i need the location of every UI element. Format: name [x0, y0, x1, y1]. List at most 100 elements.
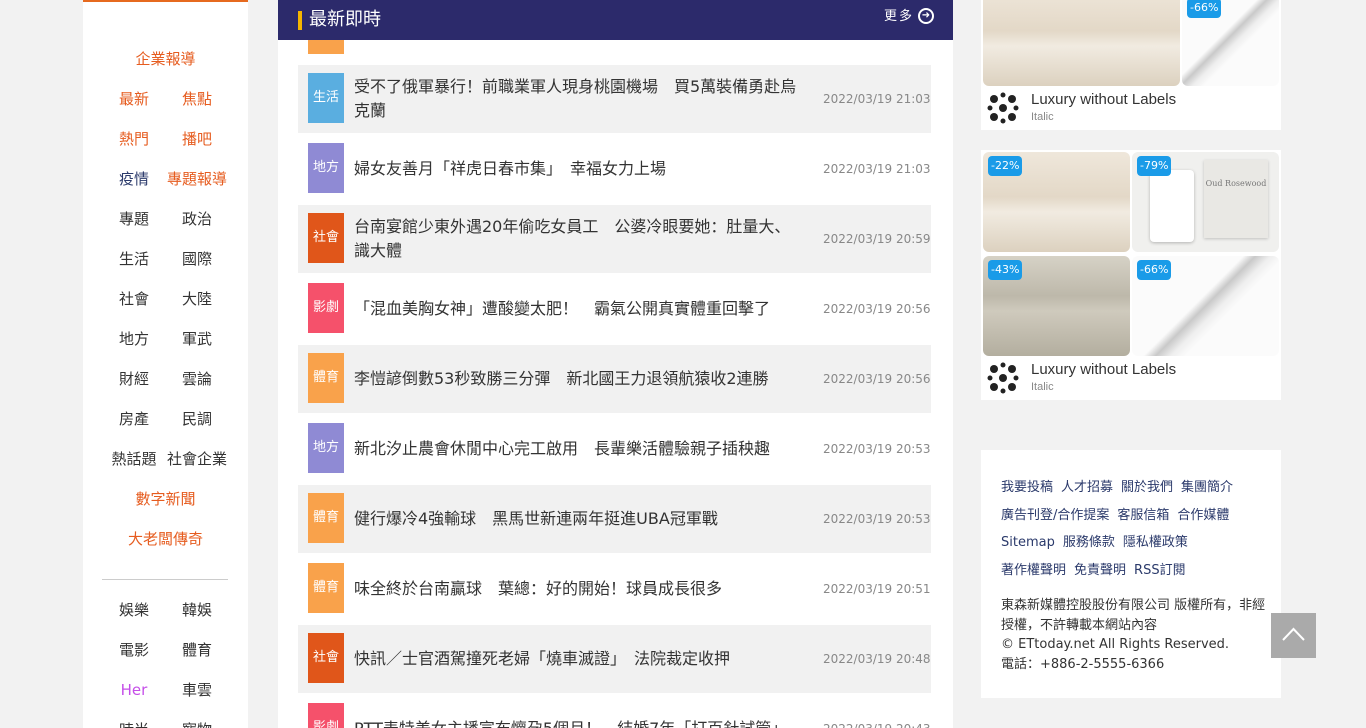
discount-badge: -43% [988, 260, 1023, 280]
ad-top[interactable]: -66% Luxury without Labels Italic [981, 0, 1281, 130]
footer-link-row: 著作權聲明 免責聲明 RSS訂閱 [1001, 557, 1266, 585]
footer-link[interactable]: 服務條款 [1063, 535, 1115, 550]
news-headline[interactable]: PTT表特美女主播宣布懷孕5個月！ 結婚7年「打百針試管」 [354, 705, 804, 728]
news-item[interactable]: 影劇 PTT表特美女主播宣布懷孕5個月！ 結婚7年「打百針試管」 2022/03/1… [298, 695, 931, 728]
ad-brand-name[interactable]: Luxury without Labels [1031, 91, 1176, 109]
news-item[interactable]: 體育 味全終於台南贏球 葉總：好的開始！球員成長很多 2022/03/19 20:5… [298, 555, 931, 623]
sidebar-link[interactable]: 軍武 [165, 329, 229, 349]
sidebar-link[interactable]: 雲論 [165, 369, 229, 389]
sidebar-link[interactable]: 體育 [165, 640, 229, 660]
sidebar-link[interactable]: 車雲 [165, 680, 229, 700]
news-category-tag[interactable]: 生活 [308, 73, 344, 123]
footer-link-row: 廣告刊登/合作提案 客服信箱 合作媒體 [1001, 502, 1266, 530]
ad-knife-image[interactable]: -66% [1182, 0, 1279, 86]
footer-link[interactable]: 隱私權政策 [1123, 535, 1188, 550]
news-item[interactable]: 社會 台南宴館少東外遇20年偷吃女員工 公婆冷眼要她：肚量大、識大體 2022/03… [298, 205, 931, 273]
category-sidebar: 企業報導 最新 焦點 熱門 播吧 疫情 專題報導 專題 政治 生活 國際 社會 大陸 地方 軍武 財經 雲論 房產… [83, 0, 248, 728]
news-category-tag[interactable]: 地方 [308, 143, 344, 193]
back-to-top-button[interactable] [1271, 613, 1316, 658]
latest-news-header: 最新即時 更多 ➜ [278, 0, 953, 40]
sidebar-link[interactable]: 國際 [165, 249, 229, 269]
news-headline[interactable]: 健行爆冷4強輸球 黑馬世新連兩年挺進UBA冠軍戰 [354, 495, 804, 543]
more-link[interactable]: 更多 [884, 8, 914, 26]
sidebar-link[interactable]: 大老闆傳奇 [83, 529, 248, 549]
sidebar-link[interactable]: 民調 [165, 409, 229, 429]
footer-link[interactable]: RSS訂閱 [1134, 563, 1186, 578]
sidebar-link[interactable]: 社會企業 [165, 449, 229, 469]
rights-reserved-text: © ETtoday.net All Rights Reserved. [1001, 637, 1230, 652]
footer-copyright: 東森新媒體控股股份有限公司 版權所有，非經授權，不許轉載本網站內容 © ETto… [1001, 596, 1271, 674]
news-category-tag[interactable]: 社會 [308, 633, 344, 683]
news-item[interactable]: 社會 快訊／士官酒駕撞死老婦「燒車滅證」 法院裁定收押 2022/03/19 20:… [298, 625, 931, 693]
footer-link[interactable]: 人才招募 [1061, 480, 1113, 495]
news-headline[interactable]: 台南宴館少東外遇20年偷吃女員工 公婆冷眼要她：肚量大、識大體 [354, 215, 804, 263]
sidebar-link[interactable]: 播吧 [165, 129, 229, 149]
news-timestamp: 2022/03/19 20:43 [823, 720, 931, 728]
arrow-right-circle-icon[interactable]: ➜ [918, 8, 934, 24]
footer-link[interactable]: 著作權聲明 [1001, 563, 1066, 578]
footer-link[interactable]: 集團簡介 [1181, 480, 1233, 495]
news-category-tag[interactable]: 社會 [308, 213, 344, 263]
ad-towel-image[interactable] [983, 0, 1180, 86]
news-headline[interactable]: 受不了俄軍暴行！前職業軍人現身桃園機場 買5萬裝備勇赴烏克蘭 [354, 75, 804, 123]
news-timestamp: 2022/03/19 20:53 [823, 442, 931, 456]
news-item[interactable]: 地方 婦女友善月「祥虎日春市集」 幸福女力上場 2022/03/19 21:03 [298, 135, 931, 203]
phone-text: 電話：+886-2-5555-6366 [1001, 656, 1165, 672]
ad-product-knife[interactable]: -66% [1132, 256, 1279, 356]
news-timestamp: 2022/03/19 20:53 [823, 512, 931, 526]
sidebar-link[interactable]: 政治 [165, 209, 229, 229]
news-item[interactable]: 影劇 「混血美胸女神」遭酸變太肥！ 霸氣公開真實體重回擊了 2022/03/19 2… [298, 275, 931, 343]
sidebar-link[interactable]: 企業報導 [83, 49, 248, 69]
news-item[interactable]: 體育 李愷諺倒數53秒致勝三分彈 新北國王力退領航猿收2連勝 2022/03/19 … [298, 345, 931, 413]
news-headline[interactable]: 味全終於台南贏球 葉總：好的開始！球員成長很多 [354, 565, 804, 613]
footer-link[interactable]: 客服信箱 [1117, 508, 1169, 523]
footer-link[interactable]: 合作媒體 [1177, 508, 1229, 523]
news-category-tag[interactable]: 影劇 [308, 283, 344, 333]
ad-product-candle[interactable]: Oud Rosewood -79% [1132, 152, 1279, 252]
news-category-tag[interactable]: 體育 [308, 563, 344, 613]
news-item[interactable]: 生活 受不了俄軍暴行！前職業軍人現身桃園機場 買5萬裝備勇赴烏克蘭 2022/03/… [298, 65, 931, 133]
discount-badge: -79% [1137, 156, 1172, 176]
news-category-tag[interactable]: 體育 [308, 353, 344, 403]
candle-box-label: Oud Rosewood [1204, 160, 1268, 238]
news-headline[interactable]: 婦女友善月「祥虎日春市集」 幸福女力上場 [354, 145, 804, 193]
footer-links: 我要投稿 人才招募 關於我們 集團簡介 廣告刊登/合作提案 客服信箱 合作媒體 Sitemap… [1001, 474, 1266, 584]
news-headline[interactable]: 新北汐止農會休閒中心完工啟用 長輩樂活體驗親子插秧趣 [354, 425, 804, 473]
news-headline[interactable]: 李愷諺倒數53秒致勝三分彈 新北國王力退領航猿收2連勝 [354, 355, 804, 403]
ad-brand-sub: Italic [1031, 111, 1054, 123]
ad-product-sheets[interactable]: -43% [983, 256, 1130, 356]
news-category-tag[interactable]: 地方 [308, 423, 344, 473]
chevron-up-icon [1282, 627, 1305, 641]
footer-link[interactable]: 免責聲明 [1074, 563, 1126, 578]
sidebar-link[interactable]: 大陸 [165, 289, 229, 309]
news-category-tag[interactable]: 體育 [308, 493, 344, 543]
news-headline[interactable]: 「混血美胸女神」遭酸變太肥！ 霸氣公開真實體重回擊了 [354, 285, 804, 333]
footer-link[interactable]: 廣告刊登/合作提案 [1001, 508, 1109, 523]
news-item[interactable]: 體育 健行爆冷4強輸球 黑馬世新連兩年挺進UBA冠軍戰 2022/03/19 20:… [298, 485, 931, 553]
news-headline[interactable]: 快訊／士官酒駕撞死老婦「燒車滅證」 法院裁定收押 [354, 635, 804, 683]
news-timestamp: 2022/03/19 20:56 [823, 302, 931, 316]
sidebar-link[interactable]: 數字新聞 [83, 489, 248, 509]
news-category-tag[interactable]: 影劇 [308, 703, 344, 728]
sidebar-link[interactable]: 寵物 [165, 720, 229, 728]
ad-brand-sub: Italic [1031, 381, 1054, 393]
candle-jar [1150, 170, 1194, 242]
news-timestamp: 2022/03/19 20:56 [823, 372, 931, 386]
news-timestamp: 2022/03/19 20:59 [823, 232, 931, 246]
news-item[interactable]: 地方 新北汐止農會休閒中心完工啟用 長輩樂活體驗親子插秧趣 2022/03/19 2… [298, 415, 931, 483]
ad-brand-name[interactable]: Luxury without Labels [1031, 361, 1176, 379]
footer-link[interactable]: Sitemap [1001, 535, 1055, 550]
brand-logo-icon [987, 92, 1019, 124]
news-timestamp: 2022/03/19 20:51 [823, 582, 931, 596]
sidebar-link[interactable]: 專題報導 [165, 169, 229, 189]
footer-link-row: Sitemap 服務條款 隱私權政策 [1001, 529, 1266, 557]
discount-badge: -66% [1187, 0, 1222, 18]
site-footer-box: 我要投稿 人才招募 關於我們 集團簡介 廣告刊登/合作提案 客服信箱 合作媒體 Sitemap… [981, 450, 1281, 698]
footer-link[interactable]: 關於我們 [1121, 480, 1173, 495]
sidebar-link[interactable]: 焦點 [165, 89, 229, 109]
discount-badge: -22% [988, 156, 1023, 176]
ad-grid[interactable]: ▷✕ -22% Oud Rosewood -79% -43% -66% Luxu… [981, 150, 1281, 400]
sidebar-link[interactable]: 韓娛 [165, 600, 229, 620]
ad-product-towel[interactable]: -22% [983, 152, 1130, 252]
footer-link[interactable]: 我要投稿 [1001, 480, 1053, 495]
